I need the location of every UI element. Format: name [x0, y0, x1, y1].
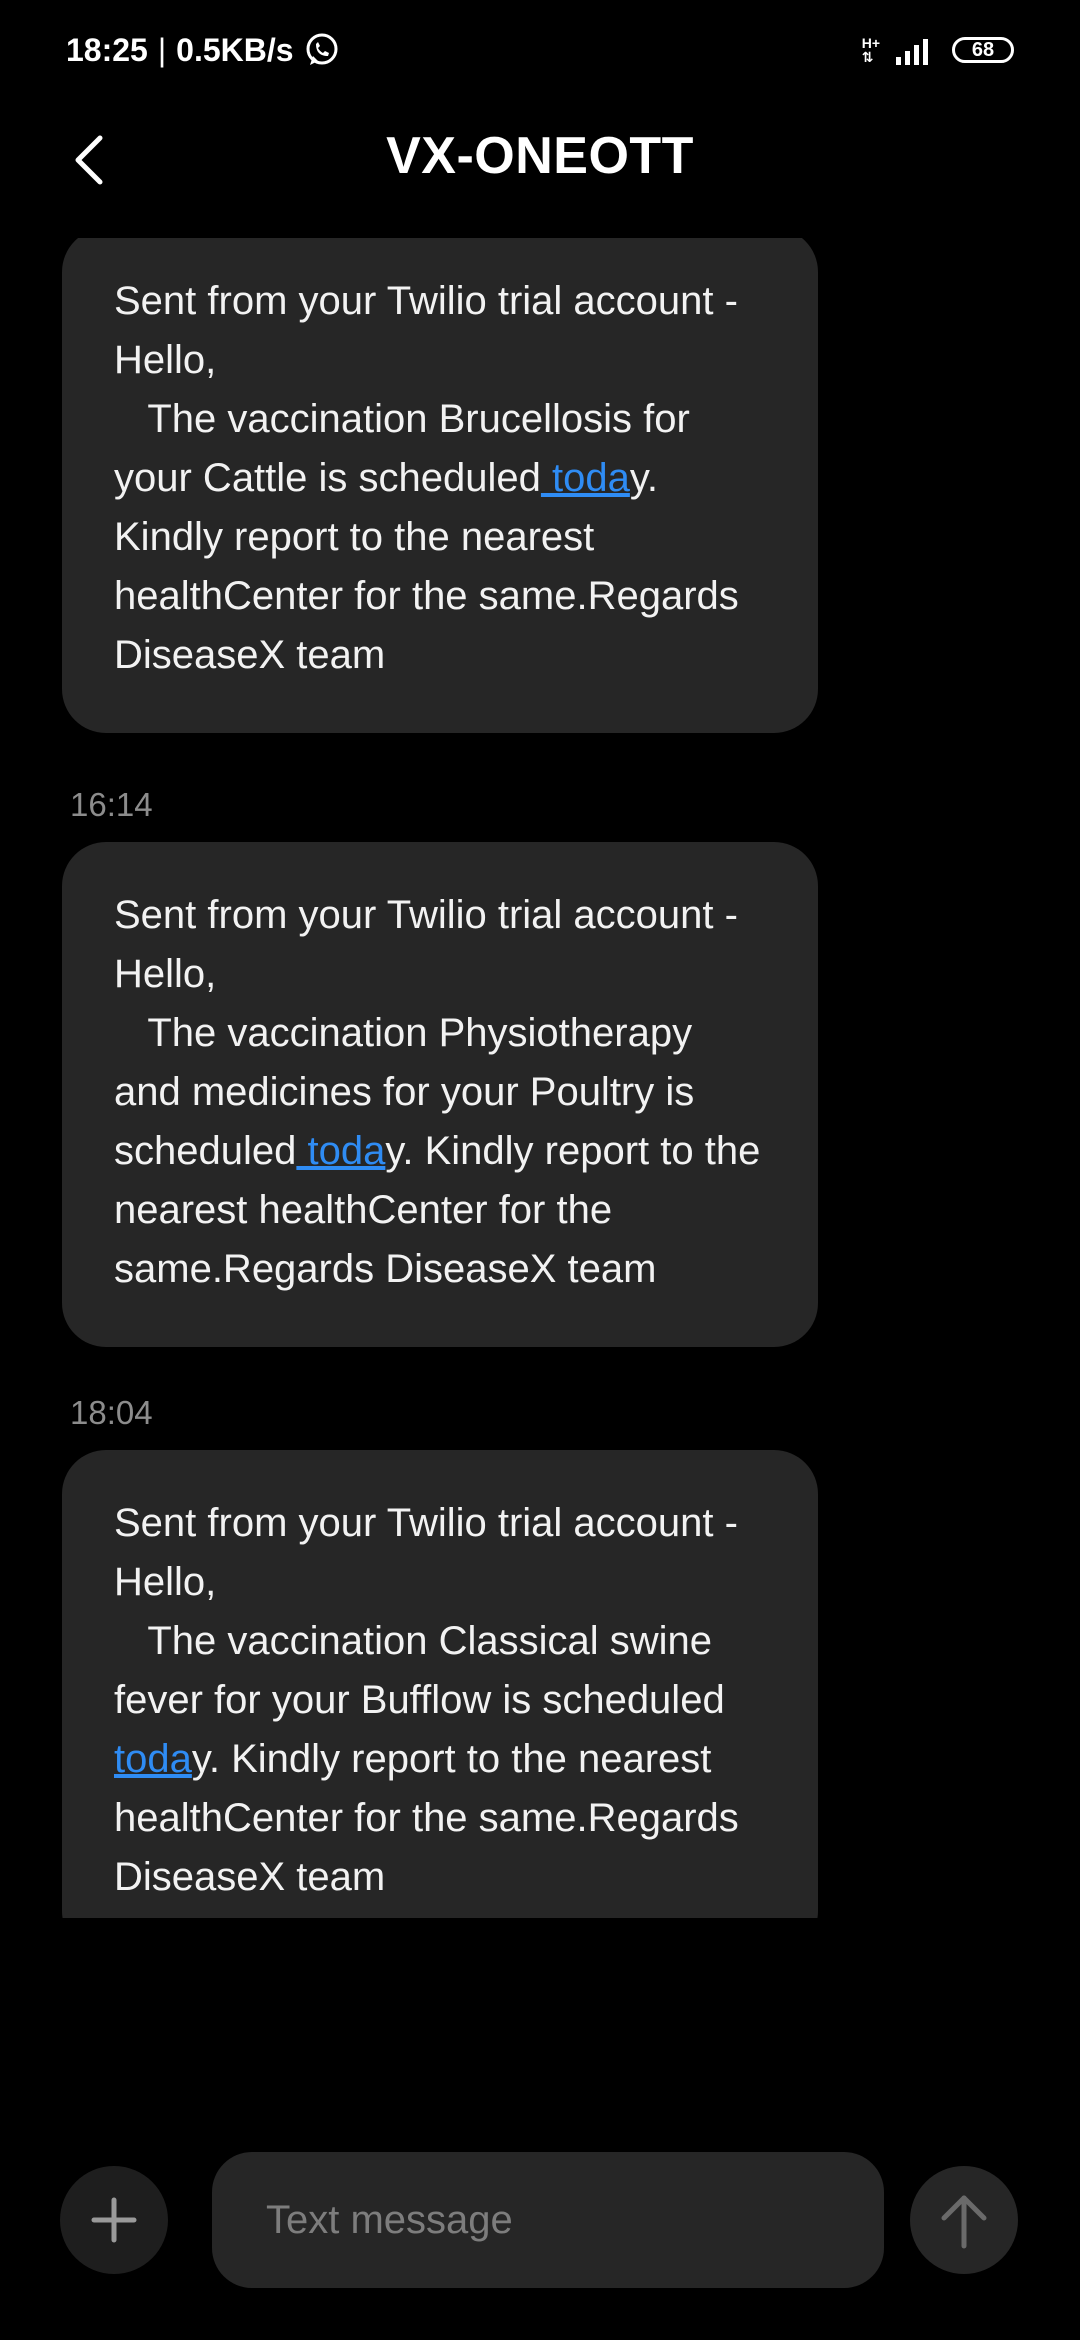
- message-item: Sent from your Twilio trial account - He…: [62, 238, 818, 733]
- add-attachment-button[interactable]: [60, 2166, 168, 2274]
- status-time: 18:25: [66, 31, 148, 68]
- message-text: y. Kindly report to the nearest healthCe…: [114, 1737, 750, 1899]
- send-arrow-icon: [938, 2190, 990, 2250]
- battery-level: 68: [971, 38, 995, 61]
- message-item: 16:14 Sent from your Twilio trial accoun…: [62, 786, 818, 1347]
- message-bubble[interactable]: Sent from your Twilio trial account - He…: [62, 842, 818, 1347]
- status-bar: 18:25 | 0.5KB/s H+ ⇅ 68: [0, 0, 1080, 100]
- message-text: Sent from your Twilio trial account - He…: [114, 1501, 738, 1722]
- message-item: 18:04 Sent from your Twilio trial accoun…: [62, 1394, 818, 1918]
- whatsapp-icon: [304, 32, 340, 68]
- send-button[interactable]: [910, 2166, 1018, 2274]
- message-bubble[interactable]: Sent from your Twilio trial account - He…: [62, 1450, 818, 1918]
- conversation-header: VX-ONEOTT: [0, 100, 1080, 220]
- message-link[interactable]: toda: [296, 1129, 385, 1173]
- status-right: H+ ⇅ 68: [862, 35, 1014, 65]
- status-left: 18:25 | 0.5KB/s: [66, 32, 340, 69]
- network-type-bottom: ⇅: [861, 49, 874, 65]
- battery-indicator: 68: [952, 37, 1014, 63]
- message-link[interactable]: toda: [541, 456, 630, 500]
- message-timestamp: 18:04: [70, 1394, 153, 1431]
- status-separator: |: [157, 31, 167, 68]
- network-type: H+ ⇅: [862, 36, 880, 64]
- message-list[interactable]: Sent from your Twilio trial account - He…: [0, 238, 1080, 1918]
- message-timestamp: 16:14: [70, 786, 153, 823]
- message-link[interactable]: toda: [114, 1737, 192, 1781]
- message-input-placeholder: Text message: [266, 2197, 513, 2242]
- messaging-screen: 18:25 | 0.5KB/s H+ ⇅ 68 VX-ONEOTT Sent f…: [0, 0, 1080, 2340]
- message-input[interactable]: Text message: [212, 2152, 884, 2288]
- message-composer: Text message: [0, 2150, 1080, 2290]
- network-speed: 0.5KB/s: [176, 31, 294, 68]
- signal-icon: [896, 35, 936, 65]
- conversation-title: VX-ONEOTT: [386, 127, 694, 185]
- network-type-top: H+: [861, 35, 880, 51]
- message-bubble[interactable]: Sent from your Twilio trial account - He…: [62, 238, 818, 733]
- plus-icon: [90, 2196, 138, 2244]
